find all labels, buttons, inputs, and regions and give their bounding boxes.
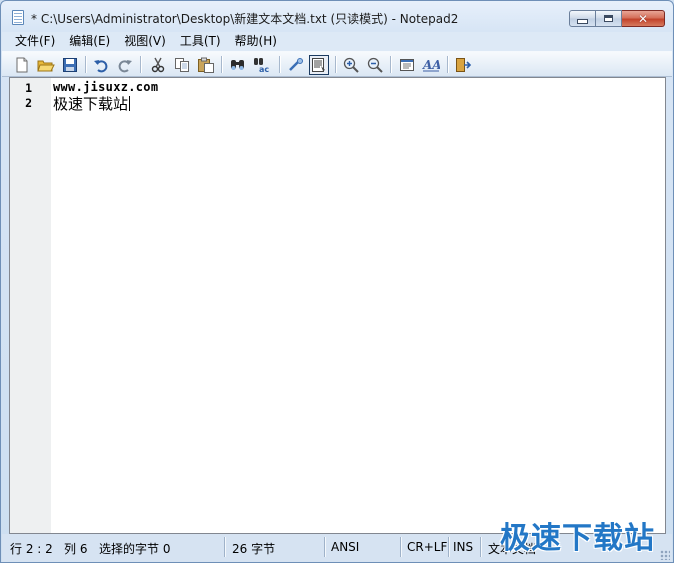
status-line-ending[interactable]: CR+LF	[407, 540, 447, 554]
word-wrap-icon	[289, 58, 303, 71]
line-text: 极速下载站	[53, 95, 129, 113]
close-button[interactable]: ✕	[622, 10, 665, 27]
cut-icon	[151, 57, 165, 73]
toolbar-separator	[335, 56, 336, 73]
zoom-in-button[interactable]	[341, 55, 361, 75]
exit-button[interactable]	[453, 55, 473, 75]
line-number-gutter: 1 2	[10, 78, 51, 533]
menu-view[interactable]: 视图(V)	[117, 33, 173, 50]
menu-tools[interactable]: 工具(T)	[173, 33, 228, 50]
save-file-button[interactable]	[60, 55, 80, 75]
title-bar[interactable]: * C:\Users\Administrator\Desktop\新建文本文档.…	[1, 1, 673, 33]
toolbar-separator	[447, 56, 448, 73]
status-separator	[480, 537, 481, 557]
replace-icon: ac	[254, 58, 269, 73]
menu-edit[interactable]: 编辑(E)	[62, 33, 117, 50]
minimize-icon	[577, 19, 588, 24]
status-line-position: 行 2 : 2	[10, 542, 53, 556]
status-separator	[448, 537, 449, 557]
notepad-app-icon[interactable]	[12, 10, 24, 25]
line-number: 2	[25, 96, 32, 110]
zoom-out-button[interactable]	[365, 55, 385, 75]
new-icon	[16, 57, 28, 73]
status-bytes: 26 字节	[232, 542, 276, 556]
menu-file[interactable]: 文件(F)	[2, 33, 62, 50]
svg-text:AA: AA	[422, 58, 440, 72]
find-icon	[231, 60, 244, 70]
cut-button[interactable]	[148, 55, 168, 75]
status-insert-mode[interactable]: INS	[453, 540, 473, 554]
status-column: 列 6	[64, 542, 88, 556]
toolbar-separator	[85, 56, 86, 73]
font-icon: AA	[422, 58, 440, 72]
window-controls: ✕	[569, 10, 665, 28]
line-number: 1	[25, 81, 32, 95]
maximize-button[interactable]	[596, 10, 622, 27]
status-separator	[400, 537, 401, 557]
toolbar-separator	[221, 56, 222, 73]
editor-line-2[interactable]: 极速下载站	[53, 93, 131, 114]
text-editor[interactable]: 1 2 www.jisuxz.com 极速下载站	[9, 77, 666, 534]
text-caret	[129, 96, 131, 111]
scheme-icon	[400, 59, 414, 71]
read-only-toggle-button[interactable]	[309, 55, 329, 75]
maximize-icon	[604, 15, 613, 22]
scheme-button[interactable]	[397, 55, 417, 75]
status-selection: 选择的字节 0	[99, 542, 171, 556]
new-file-button[interactable]	[12, 55, 32, 75]
exit-icon	[456, 58, 472, 72]
line-text: www.jisuxz.com	[53, 80, 159, 94]
toolbar-separator	[279, 56, 280, 73]
notepad2-window: * C:\Users\Administrator\Desktop\新建文本文档.…	[0, 0, 674, 563]
word-wrap-button[interactable]	[286, 55, 306, 75]
read-only-icon	[312, 58, 325, 72]
redo-icon	[118, 60, 132, 73]
undo-icon	[94, 60, 108, 73]
zoom-in-icon	[343, 57, 359, 73]
redo-button[interactable]	[115, 55, 135, 75]
toolbar: ac AA	[2, 51, 672, 77]
status-separator	[324, 537, 325, 557]
resize-grip[interactable]	[660, 550, 670, 560]
font-button[interactable]: AA	[421, 55, 441, 75]
minimize-button[interactable]	[569, 10, 596, 27]
svg-text:ac: ac	[259, 65, 269, 73]
paste-icon	[198, 57, 214, 73]
menu-bar: 文件(F) 编辑(E) 视图(V) 工具(T) 帮助(H)	[2, 32, 672, 51]
find-button[interactable]	[228, 55, 248, 75]
editor-line-1[interactable]: www.jisuxz.com	[53, 80, 158, 94]
watermark-logo: 极速下载站	[500, 521, 655, 556]
open-icon	[37, 60, 55, 72]
toolbar-separator	[390, 56, 391, 73]
status-encoding[interactable]: ANSI	[331, 540, 359, 554]
window-title: * C:\Users\Administrator\Desktop\新建文本文档.…	[31, 12, 459, 26]
copy-icon	[175, 58, 189, 72]
save-icon	[63, 58, 77, 72]
replace-button[interactable]: ac	[252, 55, 272, 75]
copy-button[interactable]	[172, 55, 192, 75]
menu-help[interactable]: 帮助(H)	[228, 33, 284, 50]
undo-button[interactable]	[91, 55, 111, 75]
open-file-button[interactable]	[36, 55, 56, 75]
status-separator	[224, 537, 225, 557]
close-icon: ✕	[637, 11, 649, 26]
toolbar-separator	[140, 56, 141, 73]
paste-button[interactable]	[196, 55, 216, 75]
zoom-out-icon	[367, 57, 383, 73]
